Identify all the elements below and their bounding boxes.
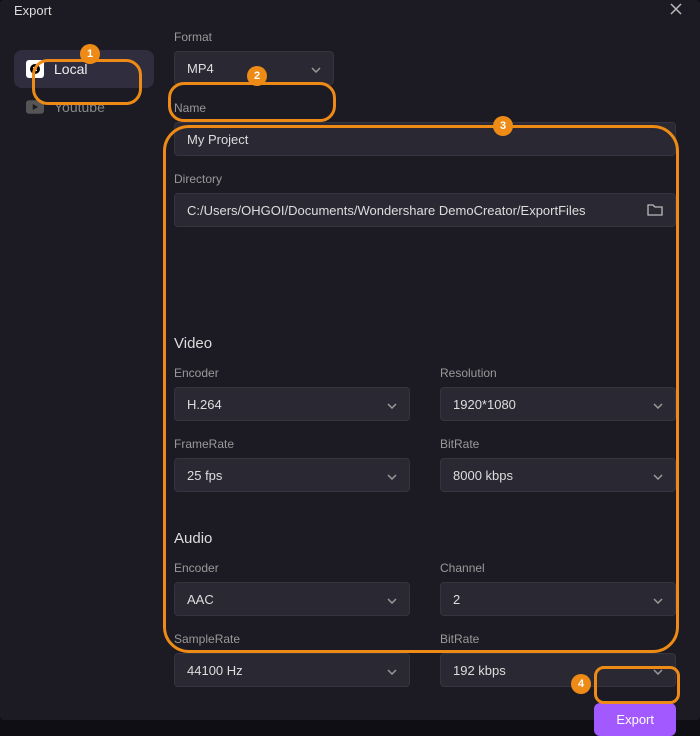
format-select[interactable]: MP4 xyxy=(174,51,334,85)
name-value: My Project xyxy=(187,132,248,147)
sidebar-item-local[interactable]: Local xyxy=(14,50,154,88)
body: Local Youtube Format MP4 Name xyxy=(0,20,700,703)
format-value: MP4 xyxy=(187,61,214,76)
video-framerate-value: 25 fps xyxy=(187,468,222,483)
youtube-icon xyxy=(26,98,44,116)
audio-bitrate-value: 192 kbps xyxy=(453,663,506,678)
audio-bitrate-select[interactable]: 192 kbps xyxy=(440,653,676,687)
audio-encoder-value: AAC xyxy=(187,592,214,607)
sidebar-item-label: Youtube xyxy=(54,99,105,115)
directory-value: C:/Users/OHGOI/Documents/Wondershare Dem… xyxy=(187,203,586,218)
video-resolution-label: Resolution xyxy=(440,366,676,380)
export-window: Export Local Youtube Format xyxy=(0,0,700,720)
audio-channel-select[interactable]: 2 xyxy=(440,582,676,616)
audio-bitrate-field: BitRate 192 kbps xyxy=(440,632,676,687)
name-input[interactable]: My Project xyxy=(174,122,676,156)
chevron-down-icon xyxy=(311,61,321,76)
directory-field: Directory C:/Users/OHGOI/Documents/Wonde… xyxy=(174,172,676,227)
audio-bitrate-label: BitRate xyxy=(440,632,676,646)
chevron-down-icon xyxy=(653,397,663,412)
video-framerate-field: FrameRate 25 fps xyxy=(174,437,410,492)
sidebar: Local Youtube xyxy=(14,30,154,703)
sidebar-item-youtube[interactable]: Youtube xyxy=(14,88,154,126)
video-encoder-select[interactable]: H.264 xyxy=(174,387,410,421)
name-field: Name My Project xyxy=(174,101,676,156)
video-bitrate-select[interactable]: 8000 kbps xyxy=(440,458,676,492)
chevron-down-icon xyxy=(387,592,397,607)
folder-icon[interactable] xyxy=(647,202,663,219)
chevron-down-icon xyxy=(387,468,397,483)
directory-input[interactable]: C:/Users/OHGOI/Documents/Wondershare Dem… xyxy=(174,193,676,227)
video-bitrate-field: BitRate 8000 kbps xyxy=(440,437,676,492)
audio-section-title: Audio xyxy=(174,530,676,547)
close-icon xyxy=(670,2,682,19)
audio-samplerate-field: SampleRate 44100 Hz xyxy=(174,632,410,687)
content: Format MP4 Name My Project Directory C:/… xyxy=(154,30,686,703)
chevron-down-icon xyxy=(653,592,663,607)
audio-encoder-label: Encoder xyxy=(174,561,410,575)
directory-label: Directory xyxy=(174,172,676,186)
window-title: Export xyxy=(14,3,52,18)
audio-samplerate-value: 44100 Hz xyxy=(187,663,243,678)
video-encoder-label: Encoder xyxy=(174,366,410,380)
audio-samplerate-label: SampleRate xyxy=(174,632,410,646)
sidebar-item-label: Local xyxy=(54,61,87,77)
chevron-down-icon xyxy=(387,663,397,678)
audio-channel-field: Channel 2 xyxy=(440,561,676,616)
audio-encoder-select[interactable]: AAC xyxy=(174,582,410,616)
chevron-down-icon xyxy=(387,397,397,412)
video-resolution-field: Resolution 1920*1080 xyxy=(440,366,676,421)
audio-samplerate-select[interactable]: 44100 Hz xyxy=(174,653,410,687)
close-button[interactable] xyxy=(666,0,686,20)
audio-encoder-field: Encoder AAC xyxy=(174,561,410,616)
video-framerate-select[interactable]: 25 fps xyxy=(174,458,410,492)
chevron-down-icon xyxy=(653,663,663,678)
video-encoder-field: Encoder H.264 xyxy=(174,366,410,421)
titlebar: Export xyxy=(0,0,700,20)
local-icon xyxy=(26,60,44,78)
video-bitrate-value: 8000 kbps xyxy=(453,468,513,483)
format-field: Format MP4 xyxy=(174,30,676,85)
video-framerate-label: FrameRate xyxy=(174,437,410,451)
video-bitrate-label: BitRate xyxy=(440,437,676,451)
audio-channel-label: Channel xyxy=(440,561,676,575)
video-resolution-value: 1920*1080 xyxy=(453,397,516,412)
chevron-down-icon xyxy=(653,468,663,483)
video-encoder-value: H.264 xyxy=(187,397,222,412)
video-resolution-select[interactable]: 1920*1080 xyxy=(440,387,676,421)
audio-channel-value: 2 xyxy=(453,592,460,607)
video-section-title: Video xyxy=(174,335,676,352)
name-label: Name xyxy=(174,101,676,115)
format-label: Format xyxy=(174,30,676,44)
